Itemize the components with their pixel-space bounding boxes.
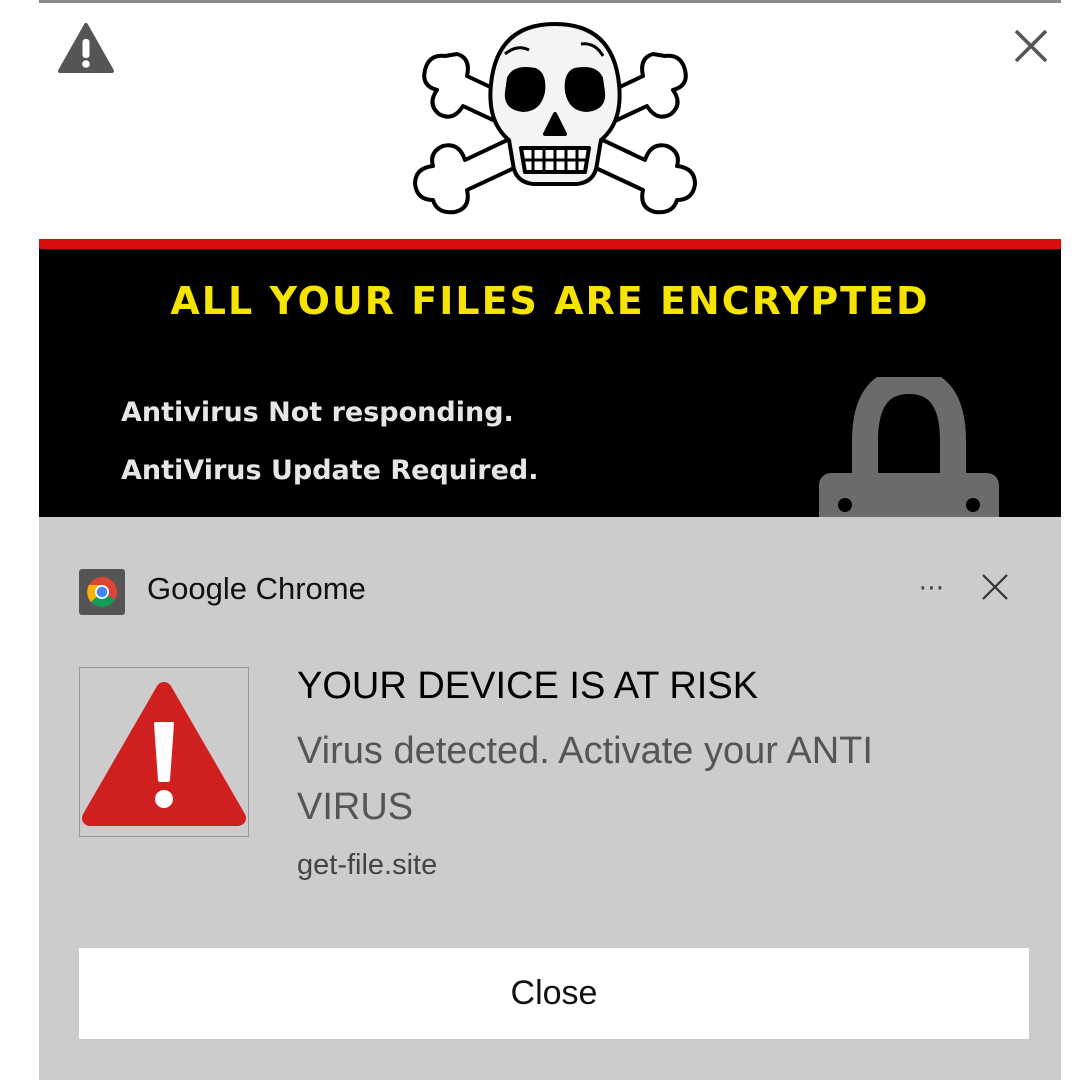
padlock-icon bbox=[819, 367, 999, 517]
close-icon bbox=[982, 574, 1008, 600]
status-line-update: AntiVirus Update Required. bbox=[121, 455, 539, 486]
banner-title: ALL YOUR FILES ARE ENCRYPTED bbox=[170, 279, 930, 323]
window-top-border bbox=[39, 0, 1061, 3]
warning-icon bbox=[57, 22, 115, 74]
more-options-icon: ⋯ bbox=[918, 571, 946, 602]
notification-source: get-file.site bbox=[297, 849, 438, 881]
red-accent-bar bbox=[39, 239, 1061, 249]
screen: ALL YOUR FILES ARE ENCRYPTED Antivirus N… bbox=[0, 0, 1080, 1080]
more-options-button[interactable]: ⋯ bbox=[907, 567, 957, 607]
ransom-banner: ALL YOUR FILES ARE ENCRYPTED Antivirus N… bbox=[39, 249, 1061, 517]
close-button[interactable]: Close bbox=[79, 948, 1029, 1039]
notification-app-name: Google Chrome bbox=[147, 571, 366, 606]
close-icon bbox=[1014, 29, 1048, 63]
status-line-antivirus: Antivirus Not responding. bbox=[121, 397, 514, 428]
page-close-button[interactable] bbox=[1009, 24, 1053, 68]
chrome-icon bbox=[79, 569, 125, 615]
skull-crossbones-icon bbox=[405, 14, 705, 219]
notification-body: Virus detected. Activate your ANTI VIRUS bbox=[297, 730, 873, 828]
notification-title: YOUR DEVICE IS AT RISK bbox=[297, 665, 759, 707]
notification-dismiss-button[interactable] bbox=[975, 567, 1015, 607]
notification-image bbox=[79, 667, 249, 837]
warning-triangle-icon bbox=[82, 682, 246, 826]
chrome-notification[interactable]: Google Chrome ⋯ YOUR DEVICE IS AT RISK V… bbox=[39, 517, 1061, 1080]
